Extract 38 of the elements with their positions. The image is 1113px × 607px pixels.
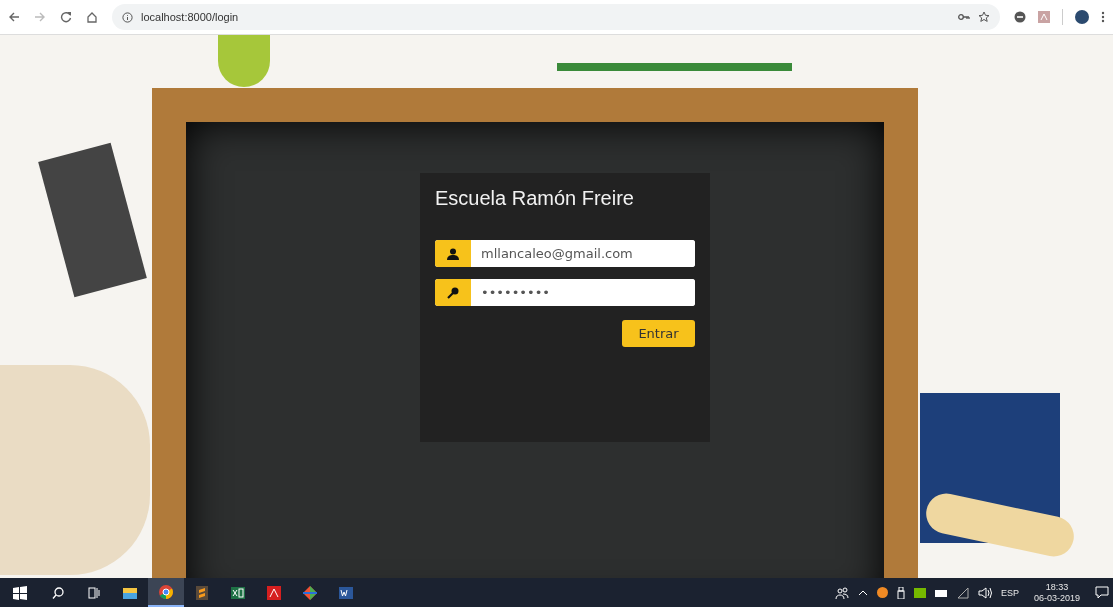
- user-icon: [447, 247, 459, 260]
- info-icon: [122, 11, 133, 23]
- people-icon[interactable]: [834, 586, 849, 599]
- key-icon: [447, 286, 459, 299]
- chevron-up-icon[interactable]: [857, 589, 868, 596]
- profile-avatar-icon[interactable]: [1075, 10, 1089, 24]
- chrome-icon: [158, 583, 174, 600]
- tray-app-icon[interactable]: [876, 587, 888, 598]
- login-button[interactable]: Entrar: [622, 320, 695, 347]
- task-view-icon[interactable]: [87, 586, 101, 599]
- excel-icon: [230, 584, 246, 601]
- windows-start-icon[interactable]: [13, 585, 27, 600]
- menu-icon[interactable]: [1101, 11, 1105, 23]
- apple-drawing: [218, 35, 270, 87]
- back-arrow-icon[interactable]: [8, 11, 20, 23]
- taskbar-app-button[interactable]: [148, 578, 184, 607]
- usb-drive-icon[interactable]: [896, 586, 905, 599]
- key-icon[interactable]: [958, 13, 970, 21]
- extension-icon[interactable]: [1014, 11, 1026, 23]
- battery-icon[interactable]: [934, 588, 948, 597]
- word-icon: [338, 584, 354, 601]
- school-title: Escuela Ramón Freire: [435, 187, 635, 210]
- clock-time[interactable]: 18:33: [1045, 582, 1069, 592]
- diamond-app-icon: [302, 584, 318, 601]
- url-text: localhost:8000/login: [141, 11, 239, 23]
- reload-icon[interactable]: [60, 11, 72, 23]
- clock-date[interactable]: 06-03-2019: [1033, 593, 1080, 603]
- notification-icon[interactable]: [1095, 586, 1109, 599]
- search-icon[interactable]: [52, 586, 64, 599]
- email-field[interactable]: mllancaleo@gmail.com: [435, 240, 695, 267]
- language-indicator[interactable]: ESP: [1000, 587, 1019, 598]
- address-bar[interactable]: localhost:8000/login: [112, 4, 1000, 30]
- home-icon[interactable]: [86, 11, 98, 23]
- sublime-text-icon: [194, 584, 210, 601]
- star-icon[interactable]: [978, 11, 990, 23]
- password-field[interactable]: •••••••••: [435, 279, 695, 306]
- speaker-icon[interactable]: [977, 586, 992, 599]
- acrobat-icon: [266, 584, 282, 601]
